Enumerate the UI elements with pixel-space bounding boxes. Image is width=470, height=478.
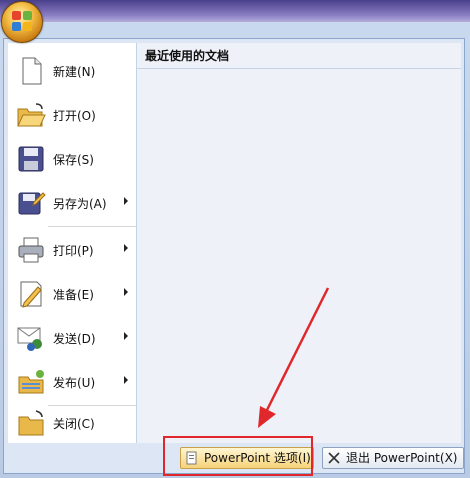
menu-item-save[interactable]: 保存(S) [8,137,136,181]
open-folder-icon [16,100,46,130]
menu-item-label: 打开(O) [53,108,96,123]
save-disk-icon [16,144,46,174]
menu-item-label: 另存为(A) [53,196,107,211]
close-folder-icon [16,408,46,438]
command-list: 新建(N) 打开(O) 保存(S) 另存为(A) 打印(P) 准备(E) 发送(… [8,43,137,443]
publish-icon [16,367,46,397]
menu-item-label: 关闭(C) [53,416,95,431]
title-bar [0,0,470,22]
menu-item-label: 新建(N) [53,64,96,79]
menu-item-label: 发送(D) [53,331,96,346]
menu-item-send[interactable]: 发送(D) [8,316,136,360]
submenu-arrow-icon [124,244,128,252]
menu-item-label: 准备(E) [53,287,94,302]
office-menu: 新建(N) 打开(O) 保存(S) 另存为(A) 打印(P) 准备(E) 发送(… [3,38,465,474]
highlight-box [163,436,313,476]
menu-item-new[interactable]: 新建(N) [8,49,136,93]
menu-item-publish[interactable]: 发布(U) [8,360,136,404]
menu-item-label: 保存(S) [53,152,94,167]
menu-item-save-as[interactable]: 另存为(A) [8,181,136,225]
menu-item-open[interactable]: 打开(O) [8,93,136,137]
save-as-icon [16,188,46,218]
menu-item-close[interactable]: 关闭(C) [8,401,136,445]
submenu-arrow-icon [124,332,128,340]
recent-documents-title: 最近使用的文档 [137,43,461,69]
menu-separator [48,226,136,227]
send-icon [16,323,46,353]
exit-powerpoint-label: 退出 PowerPoint(X) [346,451,458,465]
office-logo-icon [12,11,32,31]
submenu-arrow-icon [124,288,128,296]
submenu-arrow-icon [124,376,128,384]
exit-powerpoint-button[interactable]: 退出 PowerPoint(X) [322,447,464,469]
printer-icon [16,235,46,265]
menu-item-print[interactable]: 打印(P) [8,228,136,272]
menu-item-prepare[interactable]: 准备(E) [8,272,136,316]
office-button[interactable] [1,1,43,43]
menu-item-label: 打印(P) [53,243,94,258]
submenu-arrow-icon [124,197,128,205]
prepare-icon [16,279,46,309]
menu-item-label: 发布(U) [53,375,96,390]
close-icon [327,451,341,465]
recent-documents-pane: 最近使用的文档 [137,43,461,443]
new-document-icon [16,56,46,86]
